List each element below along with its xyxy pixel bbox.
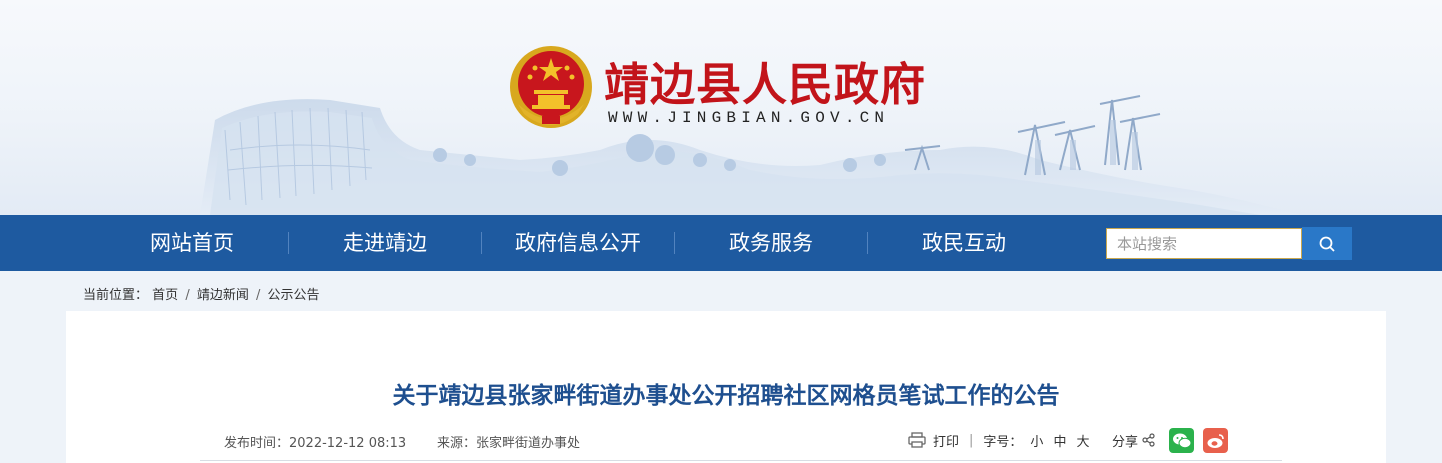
breadcrumb-prefix: 当前位置： xyxy=(83,288,149,303)
share-label: 分享 xyxy=(1112,434,1139,450)
article-tools: 打印 | 字号： 小 中 大 xyxy=(908,428,1089,452)
search-input[interactable] xyxy=(1106,228,1302,259)
nav-divider xyxy=(481,232,482,254)
nav-item-home[interactable]: 网站首页 xyxy=(97,215,287,271)
meta-divider xyxy=(200,460,1282,461)
breadcrumb-home[interactable]: 首页 xyxy=(152,288,178,303)
breadcrumb-separator: / xyxy=(185,288,190,303)
source-label: 来源： xyxy=(437,436,477,451)
nav-item-gov-info[interactable]: 政府信息公开 xyxy=(483,215,673,271)
tools-divider: | xyxy=(969,432,974,448)
font-size-label: 字号： xyxy=(983,434,1023,450)
breadcrumb-notices[interactable]: 公示公告 xyxy=(268,288,320,303)
site-url: WWW.JINGBIAN.GOV.CN xyxy=(608,109,890,127)
search-button[interactable] xyxy=(1302,227,1352,260)
nav-divider xyxy=(867,232,868,254)
publish-time-value: 2022-12-12 08:13 xyxy=(289,436,407,451)
site-name: 靖边县人民政府 xyxy=(604,58,927,111)
font-size-large[interactable]: 大 xyxy=(1076,431,1089,450)
wechat-glyph xyxy=(1172,433,1191,448)
wechat-icon[interactable] xyxy=(1169,428,1194,453)
weibo-icon[interactable] xyxy=(1203,428,1228,453)
header-banner: 靖边县人民政府 WWW.JINGBIAN.GOV.CN xyxy=(0,0,1442,215)
publish-time-label: 发布时间： xyxy=(224,436,290,451)
print-icon xyxy=(908,432,926,448)
print-label: 打印 xyxy=(933,434,960,450)
search-icon xyxy=(1319,236,1335,252)
share-area: 分享 xyxy=(1112,428,1156,452)
publish-time: 发布时间：2022-12-12 08:13 xyxy=(224,432,406,451)
national-emblem-icon xyxy=(510,46,592,128)
source-value: 张家畔街道办事处 xyxy=(476,436,581,451)
nav-divider xyxy=(674,232,675,254)
font-size-small[interactable]: 小 xyxy=(1030,431,1043,450)
article-title: 关于靖边县张家畔街道办事处公开招聘社区网格员笔试工作的公告 xyxy=(392,383,1060,409)
breadcrumb-separator: / xyxy=(256,288,261,303)
nav-divider xyxy=(288,232,289,254)
nav-item-services[interactable]: 政务服务 xyxy=(676,215,866,271)
breadcrumb: 当前位置： 首页 / 靖边新闻 / 公示公告 xyxy=(83,284,320,303)
print-button[interactable]: 打印 xyxy=(908,431,959,450)
nav-item-about[interactable]: 走进靖边 xyxy=(290,215,480,271)
font-size-medium[interactable]: 中 xyxy=(1053,431,1066,450)
share-icon xyxy=(1142,433,1155,447)
breadcrumb-news[interactable]: 靖边新闻 xyxy=(197,288,249,303)
weibo-glyph xyxy=(1207,433,1224,448)
nav-item-interaction[interactable]: 政民互动 xyxy=(869,215,1059,271)
article-source: 来源：张家畔街道办事处 xyxy=(437,432,580,451)
